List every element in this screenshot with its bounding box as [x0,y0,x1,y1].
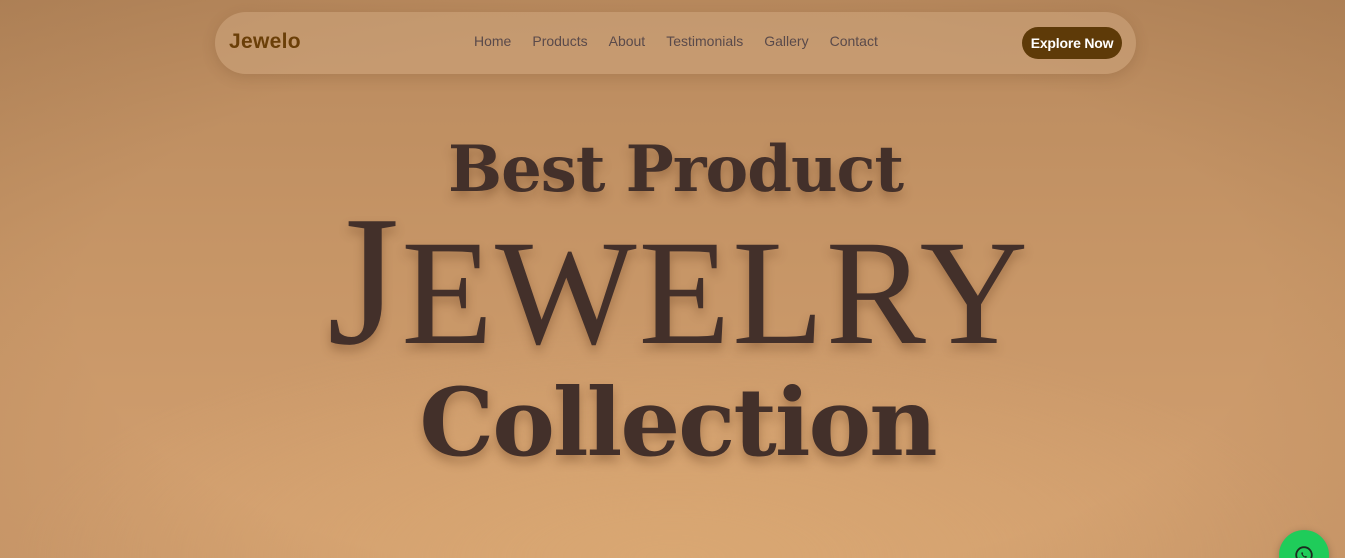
hero-line-jewelry: JEWELRY [6,188,1345,378]
nav-link-products[interactable]: Products [532,33,587,49]
whatsapp-button[interactable] [1279,530,1329,558]
explore-now-button[interactable]: Explore Now [1022,27,1122,59]
brand-logo[interactable]: Jewelo [229,30,301,54]
nav-link-home[interactable]: Home [474,33,511,49]
navbar: Jewelo Home Products About Testimonials … [215,12,1136,74]
hero-jewelry-rest: EWELRY [401,210,1030,376]
whatsapp-icon [1295,546,1313,558]
nav-link-about[interactable]: About [609,33,646,49]
hero-line-collection: Collection [419,368,937,478]
nav-links: Home Products About Testimonials Gallery… [474,33,899,49]
nav-link-gallery[interactable]: Gallery [764,33,808,49]
nav-link-contact[interactable]: Contact [830,33,878,49]
hero-jewelry-initial: J [327,178,402,384]
nav-link-testimonials[interactable]: Testimonials [666,33,743,49]
